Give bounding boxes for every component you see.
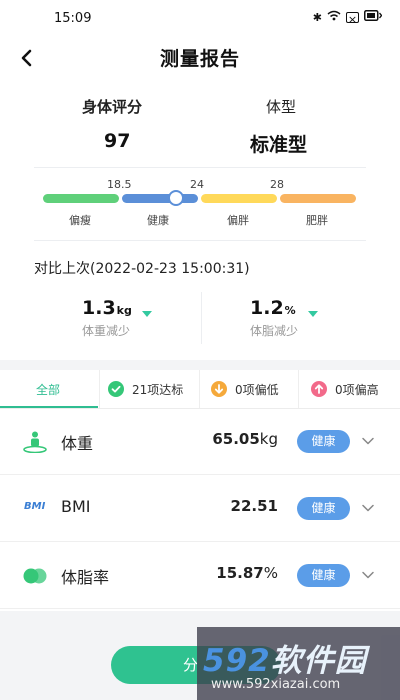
tab-divider (298, 370, 299, 408)
nav-bar: 测量报告 (0, 38, 400, 78)
metric-row-weight[interactable]: 体重 65.05kg 健康 (0, 409, 400, 475)
page-title: 测量报告 (159, 48, 240, 70)
person-scale-icon (23, 431, 47, 453)
scale-segment-obese (280, 194, 356, 203)
divider (201, 292, 202, 344)
tab-label: 全部 (36, 382, 61, 397)
scale-label: 偏瘦 (69, 214, 91, 227)
check-icon (108, 381, 124, 397)
watermark-logo: 592软件园 (203, 643, 367, 679)
metric-value: 15.87% (216, 564, 278, 582)
arrow-down-icon (211, 381, 227, 397)
scale-threshold: 24 (190, 178, 204, 191)
scale-segment-overweight (201, 194, 277, 203)
body-fat-icon (23, 568, 47, 584)
scale-marker (168, 190, 184, 206)
weight-change-label: 体重减少 (82, 324, 131, 338)
filter-tabs: 全部 21项达标 0项偏低 0项偏高 (0, 370, 400, 409)
score-value: 97 (104, 130, 131, 152)
fat-change-unit: % (284, 304, 296, 317)
status-badge: 健康 (297, 564, 350, 587)
metrics-list: 体重 65.05kg 健康 BMI BMI 22.51 健康 体脂率 15.87… (0, 409, 400, 611)
tab-low[interactable]: 0项偏低 (211, 370, 279, 408)
weight-change-value: 1.3kg (82, 297, 132, 319)
scale-segment-underweight (43, 194, 119, 203)
status-badge: 健康 (297, 430, 350, 453)
weight-change-unit: kg (116, 304, 132, 317)
metric-name: 体重 (61, 434, 94, 453)
summary-card: 身体评分 体型 97 标准型 18.5 24 28 偏瘦 健康 偏胖 肥胖 对比… (0, 78, 400, 360)
metric-row-body-fat[interactable]: 体脂率 15.87% 健康 (0, 543, 400, 609)
decrease-arrow-icon (142, 311, 152, 317)
tab-label: 21项达标 (132, 382, 184, 397)
tab-passed[interactable]: 21项达标 (108, 370, 183, 408)
metric-row-bmi[interactable]: BMI BMI 22.51 健康 (0, 476, 400, 542)
decrease-arrow-icon (308, 311, 318, 317)
chevron-down-icon[interactable] (361, 501, 375, 515)
bluetooth-icon: ✱ (312, 10, 322, 24)
divider (34, 240, 366, 241)
chevron-down-icon[interactable] (361, 568, 375, 582)
status-icons: ✱ × (312, 10, 383, 26)
metric-unit: kg (259, 430, 278, 448)
metric-name: 体脂率 (61, 568, 110, 587)
scale-threshold: 18.5 (107, 178, 132, 191)
tab-divider (199, 370, 200, 408)
scale-label: 肥胖 (306, 214, 328, 227)
tab-label: 0项偏高 (335, 382, 379, 397)
divider (34, 167, 366, 168)
watermark: 592软件园 www.592xiazai.com (197, 627, 400, 700)
metric-unit: % (263, 564, 278, 582)
battery-icon (364, 10, 383, 25)
scale-label: 偏胖 (227, 214, 249, 227)
comparison-title: 对比上次(2022-02-23 15:00:31) (34, 261, 250, 277)
sim-icon: × (346, 12, 359, 26)
watermark-url: www.592xiazai.com (211, 677, 341, 692)
fat-change-label: 体脂减少 (250, 324, 299, 338)
metric-name: BMI (61, 497, 91, 516)
status-badge: 健康 (297, 497, 350, 520)
chevron-down-icon[interactable] (361, 434, 375, 448)
tab-high[interactable]: 0项偏高 (311, 370, 379, 408)
arrow-up-icon (311, 381, 327, 397)
scale-label: 健康 (147, 214, 169, 227)
body-type-value: 标准型 (250, 134, 308, 156)
tab-active-indicator (0, 406, 98, 408)
body-type-label: 体型 (266, 98, 297, 116)
tab-label: 0项偏低 (235, 382, 279, 397)
bmi-icon: BMI (24, 501, 46, 512)
score-label: 身体评分 (82, 98, 143, 116)
status-time: 15:09 (54, 11, 92, 26)
metric-value: 22.51 (230, 497, 278, 515)
wifi-icon (327, 10, 341, 25)
scale-threshold: 28 (270, 178, 284, 191)
metric-value: 65.05kg (212, 430, 278, 448)
tab-divider (99, 370, 100, 408)
status-bar: 15:09 ✱ × (0, 0, 400, 38)
scale-segment-healthy (122, 194, 198, 203)
fat-change-value: 1.2% (250, 297, 296, 319)
tab-all[interactable]: 全部 (36, 370, 60, 408)
